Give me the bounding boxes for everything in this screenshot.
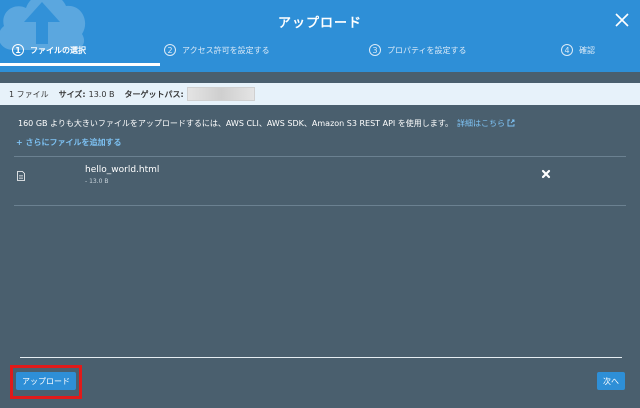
close-icon[interactable] [614,12,630,28]
notice-text: 160 GB よりも大きいファイルをアップロードするには、AWS CLI、AWS… [18,119,454,128]
dialog-title: アップロード [277,16,362,31]
step-label: 確認 [579,45,595,55]
step-set-properties[interactable]: 3 プロパティを設定する [369,44,467,56]
add-more-files-link[interactable]: + さらにファイルを追加する [16,137,122,148]
step-set-permissions[interactable]: 2 アクセス許可を設定する [164,44,270,56]
step-number: 1 [12,44,24,56]
large-file-notice: 160 GB よりも大きいファイルをアップロードするには、AWS CLI、AWS… [18,118,515,129]
wizard-steps: 1 ファイルの選択 2 アクセス許可を設定する 3 プロパティを設定する 4 確… [0,38,640,66]
step-select-files[interactable]: 1 ファイルの選択 [12,44,86,56]
file-count: 1 ファイル [9,89,49,99]
remove-file-icon[interactable] [540,168,552,180]
step-number: 2 [164,44,176,56]
file-name: hello_world.html [85,165,160,175]
file-size: - 13.0 B [85,178,109,185]
footer-divider [20,357,622,358]
step-number: 4 [561,44,573,56]
dialog-header: アップロード 1 ファイルの選択 2 アクセス許可を設定する 3 プロパティを設… [0,0,640,72]
file-list: hello_world.html - 13.0 B [14,156,626,206]
upload-button[interactable]: アップロード [16,372,76,390]
upload-summary-bar: 1 ファイル サイズ: 13.0 B ターゲットパス: [0,83,640,105]
learn-more-link[interactable]: 詳細はこちら [457,119,505,128]
size-value: 13.0 B [88,89,115,99]
next-button[interactable]: 次へ [597,372,625,390]
external-link-icon [507,119,515,127]
target-path-value [186,87,255,101]
step-label: プロパティを設定する [387,45,467,55]
step-label: ファイルの選択 [30,45,86,55]
step-label: アクセス許可を設定する [182,45,270,55]
step-number: 3 [369,44,381,56]
file-icon [17,171,25,181]
step-review[interactable]: 4 確認 [561,44,595,56]
size-label: サイズ: [58,89,86,99]
active-step-indicator [0,63,160,66]
target-path-label: ターゲットパス: [124,89,184,99]
